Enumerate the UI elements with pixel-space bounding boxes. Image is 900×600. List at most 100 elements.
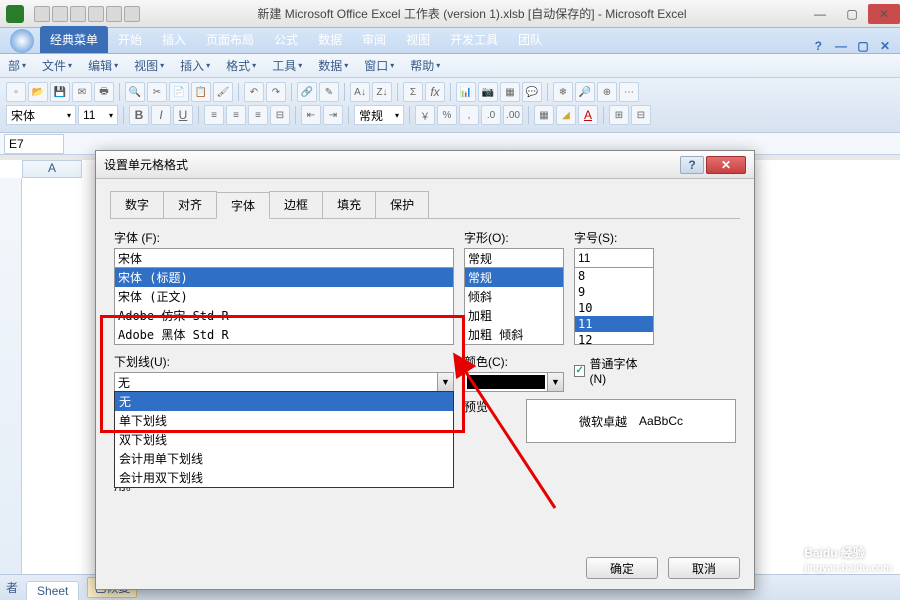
autosum-icon[interactable]: Σ — [403, 82, 423, 102]
ribbon-help-icon[interactable]: ? — [807, 39, 830, 53]
mail-icon[interactable]: ✉ — [72, 82, 92, 102]
dialog-close-button[interactable]: ✕ — [706, 156, 746, 174]
dialog-titlebar[interactable]: 设置单元格格式 ? ✕ — [96, 151, 754, 179]
function-icon[interactable]: fx — [425, 82, 445, 102]
align-right-icon[interactable]: ≡ — [248, 105, 268, 125]
font-option[interactable]: 宋体 (标题) — [115, 268, 453, 287]
ribbon-tab-review[interactable]: 审阅 — [352, 26, 396, 53]
menu-tools[interactable]: 工具▾ — [264, 57, 310, 74]
dec-inc-icon[interactable]: .0 — [481, 105, 501, 125]
dialog-tab-font[interactable]: 字体 — [216, 192, 270, 219]
preview-icon[interactable]: 🔍 — [125, 82, 145, 102]
size-option[interactable]: 9 — [575, 284, 653, 300]
ribbon-tab-classic[interactable]: 经典菜单 — [40, 26, 108, 53]
color-combo[interactable]: ▼ — [464, 372, 564, 392]
underline-option[interactable]: 单下划线 — [115, 411, 453, 430]
menu-window[interactable]: 窗口▾ — [356, 57, 402, 74]
font-family-select[interactable]: 宋体▾ — [6, 105, 76, 125]
column-header-a[interactable]: A — [22, 160, 82, 178]
qat-refresh-icon[interactable] — [88, 6, 104, 22]
underline-dropdown-button[interactable]: ▼ — [437, 373, 453, 391]
more-icon[interactable]: ⋯ — [619, 82, 639, 102]
insert-cells-icon[interactable]: ⊞ — [609, 105, 629, 125]
name-box[interactable]: E7 — [4, 134, 64, 154]
new-icon[interactable]: ▫ — [6, 82, 26, 102]
style-option[interactable]: 加粗 倾斜 — [465, 325, 563, 344]
open-icon[interactable]: 📂 — [28, 82, 48, 102]
drawing-icon[interactable]: ✎ — [319, 82, 339, 102]
ribbon-tab-view[interactable]: 视图 — [396, 26, 440, 53]
size-option[interactable]: 12 — [575, 332, 653, 345]
delete-cells-icon[interactable]: ⊟ — [631, 105, 651, 125]
ribbon-close-icon[interactable]: ✕ — [874, 39, 896, 53]
qat-more-icon[interactable] — [124, 6, 140, 22]
qat-save-icon[interactable] — [34, 6, 50, 22]
menu-format[interactable]: 格式▾ — [218, 57, 264, 74]
qat-redo-icon[interactable] — [70, 6, 86, 22]
sheet-tab[interactable]: Sheet — [26, 581, 79, 600]
sort-asc-icon[interactable]: A↓ — [350, 82, 370, 102]
maximize-button[interactable]: ▢ — [836, 4, 868, 24]
save-icon[interactable]: 💾 — [50, 82, 70, 102]
currency-icon[interactable]: ￥ — [415, 105, 435, 125]
freeze-icon[interactable]: ❄ — [553, 82, 573, 102]
bold-icon[interactable]: B — [129, 105, 149, 125]
normal-font-checkbox[interactable]: ✓ 普通字体 (N) — [574, 355, 654, 386]
ribbon-restore-icon[interactable]: ▢ — [852, 39, 874, 53]
dialog-tab-number[interactable]: 数字 — [110, 191, 164, 218]
ribbon-tab-data[interactable]: 数据 — [308, 26, 352, 53]
style-listbox[interactable]: 常规 倾斜 加粗 加粗 倾斜 — [464, 267, 564, 345]
size-option[interactable]: 11 — [575, 316, 653, 332]
underline-option[interactable]: 无 — [115, 392, 453, 411]
style-option[interactable]: 常规 — [465, 268, 563, 287]
table-icon[interactable]: ▦ — [500, 82, 520, 102]
underline-option[interactable]: 会计用双下划线 — [115, 468, 453, 487]
ok-button[interactable]: 确定 — [586, 557, 658, 579]
close-button[interactable]: ✕ — [868, 4, 900, 24]
font-option[interactable]: Adobe 楷体 Std R — [115, 344, 453, 345]
ribbon-minimize-icon[interactable]: — — [830, 39, 852, 53]
dialog-tab-border[interactable]: 边框 — [269, 191, 323, 218]
font-option[interactable]: Adobe 黑体 Std R — [115, 325, 453, 344]
dec-dec-icon[interactable]: .00 — [503, 105, 523, 125]
menu-all[interactable]: 部▾ — [0, 57, 34, 74]
ribbon-tab-layout[interactable]: 页面布局 — [196, 26, 264, 53]
ribbon-tab-insert[interactable]: 插入 — [152, 26, 196, 53]
align-center-icon[interactable]: ≡ — [226, 105, 246, 125]
size-option[interactable]: 10 — [575, 300, 653, 316]
italic-icon[interactable]: I — [151, 105, 171, 125]
link-icon[interactable]: 🔗 — [297, 82, 317, 102]
comment-icon[interactable]: 💬 — [522, 82, 542, 102]
underline-dropdown-list[interactable]: 无 单下划线 双下划线 会计用单下划线 会计用双下划线 — [114, 391, 454, 488]
menu-view[interactable]: 视图▾ — [126, 57, 172, 74]
font-size-select[interactable]: 11▾ — [78, 105, 118, 125]
comma-icon[interactable]: , — [459, 105, 479, 125]
fill-color-icon[interactable]: ◢ — [556, 105, 576, 125]
copy-icon[interactable]: 📄 — [169, 82, 189, 102]
ribbon-tab-dev[interactable]: 开发工具 — [440, 26, 508, 53]
menu-edit[interactable]: 编辑▾ — [80, 57, 126, 74]
align-left-icon[interactable]: ≡ — [204, 105, 224, 125]
font-option[interactable]: 宋体 (正文) — [115, 287, 453, 306]
percent-icon[interactable]: % — [437, 105, 457, 125]
cut-icon[interactable]: ✂ — [147, 82, 167, 102]
font-color-icon[interactable]: A — [578, 105, 598, 125]
dialog-tab-align[interactable]: 对齐 — [163, 191, 217, 218]
zoom-icon[interactable]: ⊕ — [597, 82, 617, 102]
font-input[interactable] — [114, 248, 454, 268]
find-icon[interactable]: 🔎 — [575, 82, 595, 102]
menu-data[interactable]: 数据▾ — [310, 57, 356, 74]
size-listbox[interactable]: 8 9 10 11 12 14 — [574, 267, 654, 345]
format-painter-icon[interactable]: 🖌 — [213, 82, 233, 102]
chart-icon[interactable]: 📊 — [456, 82, 476, 102]
color-dropdown-button[interactable]: ▼ — [547, 373, 563, 391]
font-option[interactable]: Adobe 仿宋 Std R — [115, 306, 453, 325]
underline-combo[interactable]: 无 ▼ — [114, 372, 454, 392]
number-format-select[interactable]: 常规▾ — [354, 105, 404, 125]
minimize-button[interactable]: — — [804, 4, 836, 24]
ribbon-tab-team[interactable]: 团队 — [508, 26, 552, 53]
style-input[interactable] — [464, 248, 564, 268]
style-option[interactable]: 倾斜 — [465, 287, 563, 306]
ribbon-tab-formula[interactable]: 公式 — [264, 26, 308, 53]
sort-desc-icon[interactable]: Z↓ — [372, 82, 392, 102]
